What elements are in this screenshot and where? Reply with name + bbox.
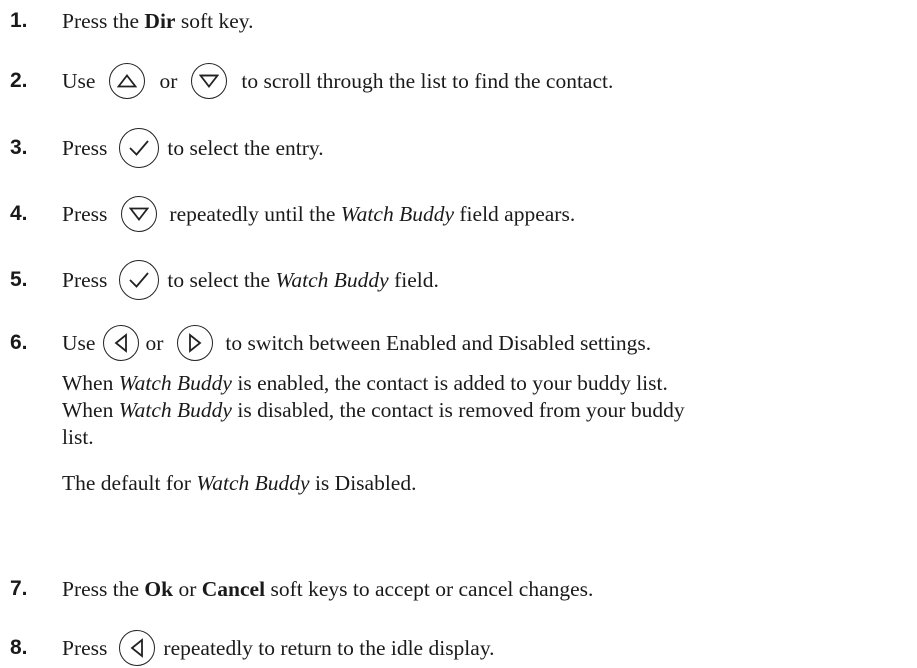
note-text: list. <box>62 425 94 449</box>
step-text: or <box>159 68 178 93</box>
step-text: repeatedly to return to the idle display… <box>163 635 495 660</box>
step-text: Press the <box>62 8 145 33</box>
ok-softkey-label: Ok <box>144 576 174 601</box>
checkmark-select-key-icon <box>119 128 160 168</box>
down-arrow-key-icon <box>191 63 228 99</box>
default-note: The default for Watch Buddy is Disabled. <box>62 470 416 497</box>
step-text: Use <box>62 68 96 93</box>
watch-buddy-term: Watch Buddy <box>118 371 232 395</box>
step-text: to scroll through the list to find the c… <box>241 68 614 93</box>
note-text: When <box>62 398 119 422</box>
note-text: When <box>62 371 119 395</box>
up-arrow-key-icon <box>109 63 146 99</box>
instruction-page: 1. Press the Dir soft key. 2. Use or to … <box>0 0 917 668</box>
step-text: field appears. <box>454 201 576 226</box>
watch-buddy-term: Watch Buddy <box>196 471 310 495</box>
note-text: is disabled, the contact is removed from… <box>231 398 685 422</box>
step-text: Press the <box>62 576 145 601</box>
step-text: soft key. <box>175 8 254 33</box>
step-number: 8. <box>10 636 28 659</box>
note-text: is Disabled. <box>309 471 417 495</box>
step-text: Press <box>62 635 108 660</box>
step-text: to select the <box>167 267 276 292</box>
step-number: 3. <box>10 136 28 159</box>
step-text: Press <box>62 201 108 226</box>
left-arrow-key-icon <box>119 630 156 666</box>
dir-softkey-label: Dir <box>144 8 176 33</box>
step-number: 6. <box>10 331 28 354</box>
step-number: 7. <box>10 577 28 600</box>
step-text: soft keys to accept or cancel changes. <box>265 576 594 601</box>
step-number: 5. <box>10 268 28 291</box>
left-arrow-key-icon <box>103 325 140 361</box>
step-text: Press <box>62 135 108 160</box>
step-text: Press <box>62 267 108 292</box>
checkmark-select-key-icon <box>119 260 160 300</box>
step-text: Use <box>62 330 96 355</box>
note-text: is enabled, the contact is added to your… <box>231 371 668 395</box>
watch-buddy-note: When Watch Buddy is enabled, the contact… <box>62 370 685 451</box>
watch-buddy-term: Watch Buddy <box>118 398 232 422</box>
step-text: repeatedly until the <box>169 201 341 226</box>
note-text: The default for <box>62 471 197 495</box>
step-text: or <box>145 330 164 355</box>
watch-buddy-term: Watch Buddy <box>340 201 455 226</box>
step-text: to switch between Enabled and Disabled s… <box>225 330 652 355</box>
cancel-softkey-label: Cancel <box>201 576 266 601</box>
step-number: 4. <box>10 202 28 225</box>
right-arrow-key-icon <box>177 325 214 361</box>
step-number: 2. <box>10 69 28 92</box>
step-text: field. <box>388 267 439 292</box>
step-text: to select the entry. <box>167 135 324 160</box>
step-number: 1. <box>10 9 28 32</box>
step-text: or <box>173 576 202 601</box>
down-arrow-key-icon <box>121 196 158 232</box>
watch-buddy-term: Watch Buddy <box>275 267 389 292</box>
